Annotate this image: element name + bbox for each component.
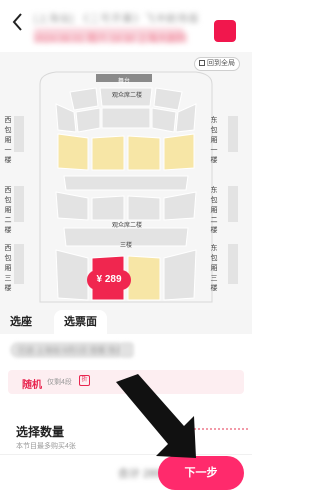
section-upper-center-right — [153, 87, 183, 111]
section-upper-center-left — [69, 87, 99, 111]
event-title: [上海站] 《二号开幕》飞冲剧场版 — [34, 14, 200, 25]
random-seat-title: 随机 — [22, 380, 42, 391]
section-orch-mid-left — [75, 107, 101, 133]
pointer-arrow-icon — [116, 374, 196, 458]
expand-icon — [199, 60, 205, 66]
section-tier2-top — [63, 175, 189, 191]
ticket-icon[interactable] — [214, 20, 236, 42]
box-west-1-label: 西包厢一楼 — [4, 117, 12, 164]
section-available-1 — [57, 133, 89, 171]
box-west-2 — [14, 186, 24, 222]
box-west-1 — [14, 116, 24, 152]
tab-ticket-face[interactable]: 选票面 — [54, 310, 107, 334]
section-orch-left — [55, 103, 77, 133]
event-subtitle: 2024.06.01 周六 19:30 上海大剧院 — [34, 34, 188, 45]
box-east-2-label: 东包厢二楼 — [210, 187, 218, 234]
overview-button[interactable]: 回到全局 — [194, 57, 240, 71]
tier3-label: 三楼 — [120, 243, 133, 249]
chevron-left-icon — [12, 13, 22, 31]
section-tier2-midright — [127, 195, 161, 221]
section-tier2-right — [163, 191, 197, 221]
quantity-title: 选择数量 — [16, 425, 65, 439]
mode-tabs: 选座 选票面 — [0, 310, 252, 334]
box-east-2 — [228, 186, 238, 222]
section-tier3-left — [55, 249, 89, 301]
section-available-3 — [127, 135, 161, 171]
section-available-2 — [91, 135, 125, 171]
back-button[interactable] — [6, 8, 30, 36]
section-orch-mid-right — [151, 107, 177, 133]
tab-seat[interactable]: 选座 — [10, 310, 32, 334]
random-seat-hint: 仅剩4段 — [47, 379, 72, 386]
stage-label: 舞台 — [118, 79, 131, 85]
section-tier2-left — [55, 191, 89, 221]
next-step-button[interactable]: 下一步 — [158, 456, 244, 490]
section-tier3-right — [163, 249, 197, 301]
quantity-note: 本节目最多购买4张 — [16, 443, 76, 450]
section-tier3-available — [127, 255, 161, 301]
session-chip-extra[interactable] — [120, 342, 134, 358]
session-chip-label: 已选 上海站 6月1日 观看 场次 — [18, 346, 124, 355]
box-west-3 — [14, 244, 24, 284]
price-bubble[interactable]: ¥ 289 — [87, 270, 131, 295]
box-west-2-label: 西包厢二楼 — [4, 187, 12, 234]
box-east-3 — [228, 244, 238, 284]
box-east-1-label: 东包厢一楼 — [210, 117, 218, 164]
section-orch-mid — [101, 107, 151, 129]
tier1-label: 观众席二楼 — [112, 93, 143, 99]
overview-button-label: 回到全局 — [207, 60, 235, 67]
section-orch-right — [175, 103, 197, 133]
section-tier2-midleft — [91, 195, 125, 221]
box-east-3-label: 东包厢三楼 — [210, 245, 218, 292]
header: [上海站] 《二号开幕》飞冲剧场版 2024.06.01 周六 19:30 上海… — [0, 0, 252, 52]
box-west-3-label: 西包厢三楼 — [4, 245, 12, 292]
discount-tag: 折 — [79, 375, 90, 386]
tier2-label: 观众席二楼 — [112, 223, 143, 229]
section-available-4 — [163, 133, 195, 171]
box-east-1 — [228, 116, 238, 152]
